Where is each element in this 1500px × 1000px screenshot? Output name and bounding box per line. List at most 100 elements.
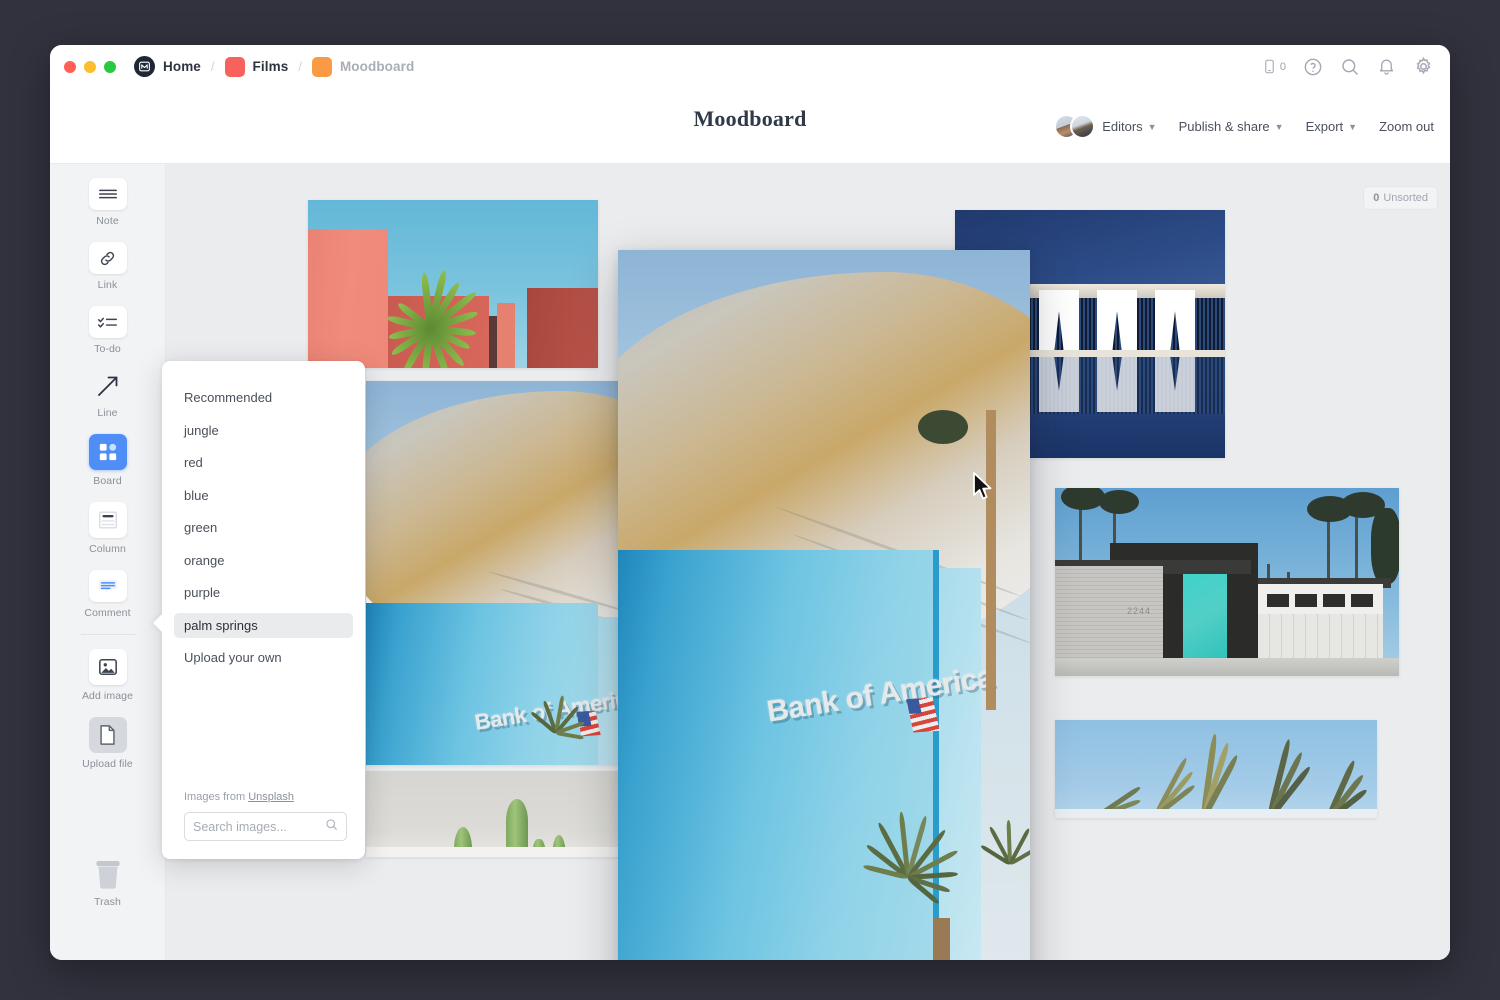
breadcrumb-separator-2: / bbox=[298, 59, 302, 74]
panel-item-orange[interactable]: orange bbox=[174, 548, 353, 573]
panel-item-purple[interactable]: purple bbox=[174, 580, 353, 605]
tool-label-link: Link bbox=[97, 279, 118, 291]
wall-gap bbox=[489, 316, 497, 368]
wall-left bbox=[308, 229, 388, 368]
publish-share-button[interactable]: Publish & share ▼ bbox=[1179, 119, 1284, 134]
breadcrumb-item-home[interactable]: Home bbox=[134, 56, 201, 77]
zoom-out-button[interactable]: Zoom out bbox=[1379, 119, 1434, 134]
arrow-line-icon bbox=[89, 370, 127, 402]
panel-item-green[interactable]: green bbox=[174, 515, 353, 540]
search-images-field[interactable] bbox=[184, 812, 347, 841]
orange-swatch-icon bbox=[311, 56, 332, 77]
mouse-cursor bbox=[972, 472, 994, 507]
breadcrumb: Home / Films / Moodboard bbox=[134, 56, 414, 77]
zoom-out-label: Zoom out bbox=[1379, 118, 1434, 134]
close-window-button[interactable] bbox=[64, 60, 76, 73]
blue-wall bbox=[366, 603, 598, 765]
column-icon bbox=[88, 502, 127, 538]
panel-item-label: orange bbox=[184, 552, 225, 568]
breadcrumb-item-films[interactable]: Films bbox=[224, 56, 289, 77]
panel-item-upload-your-own[interactable]: Upload your own bbox=[174, 645, 353, 670]
chevron-down-icon: ▼ bbox=[1348, 122, 1358, 132]
search-images-input[interactable] bbox=[193, 819, 323, 834]
tool-todo[interactable]: To-do bbox=[50, 306, 165, 355]
add-image-icon bbox=[88, 649, 127, 685]
panel-footer: Images from Unsplash bbox=[184, 791, 347, 841]
maximize-window-button[interactable] bbox=[104, 60, 116, 73]
unsplash-link[interactable]: Unsplash bbox=[248, 791, 294, 803]
search-icon[interactable] bbox=[1340, 57, 1360, 77]
add-image-panel[interactable]: Recommended jungle red blue green orange… bbox=[153, 361, 365, 859]
trash-bin-icon bbox=[89, 857, 127, 891]
unsorted-count: 0 bbox=[1373, 192, 1380, 204]
panel-item-label: Upload your own bbox=[184, 650, 282, 665]
tool-add-image[interactable]: Add image bbox=[50, 649, 165, 702]
panel-item-palm-springs[interactable]: palm springs bbox=[174, 612, 353, 638]
house-number: 2244 bbox=[1127, 606, 1152, 616]
window-traffic-lights[interactable] bbox=[64, 60, 116, 73]
help-icon[interactable] bbox=[1303, 57, 1323, 77]
tool-rail-top: Note Link To-do Line Board Column Commen… bbox=[50, 178, 165, 785]
breadcrumb-label-films: Films bbox=[252, 59, 289, 74]
palm-trunk bbox=[986, 410, 996, 710]
clerestory-window bbox=[1295, 594, 1317, 607]
panel-item-label: purple bbox=[184, 585, 221, 600]
app-window: Home / Films / Moodboard 0 Moodboard Edi… bbox=[50, 45, 1450, 960]
tool-label-trash: Trash bbox=[94, 896, 121, 908]
minimize-window-button[interactable] bbox=[84, 60, 96, 73]
palm-crown bbox=[1099, 490, 1139, 514]
tool-column[interactable]: Column bbox=[50, 502, 165, 555]
tool-note[interactable]: Note bbox=[50, 178, 165, 227]
editors-button[interactable]: Editors ▼ bbox=[1054, 113, 1157, 139]
tool-label-upload-file: Upload file bbox=[82, 758, 133, 770]
tool-board[interactable]: Board bbox=[50, 434, 165, 487]
palm-fronds-image[interactable] bbox=[1055, 720, 1377, 818]
tool-trash[interactable]: Trash bbox=[50, 857, 165, 908]
breadcrumb-separator-1: / bbox=[210, 59, 215, 74]
unsorted-label: Unsorted bbox=[1383, 192, 1428, 204]
bank-of-america-image-dragged[interactable]: Bank of America bbox=[618, 250, 1030, 960]
entry-canopy bbox=[1110, 543, 1258, 561]
panel-item-recommended[interactable]: Recommended bbox=[174, 385, 353, 410]
milanote-logo-icon bbox=[134, 56, 155, 77]
panel-item-label: blue bbox=[184, 487, 209, 503]
header-bar: Moodboard Editors ▼ Publish & share ▼ Ex… bbox=[50, 88, 1450, 164]
tool-label-board: Board bbox=[93, 475, 122, 487]
header-actions: Editors ▼ Publish & share ▼ Export ▼ Zoo… bbox=[1054, 88, 1434, 164]
tool-label-comment: Comment bbox=[84, 607, 131, 619]
yucca-trunk bbox=[934, 918, 950, 960]
panel-item-label: palm springs bbox=[184, 617, 258, 633]
palm-crown bbox=[1371, 508, 1399, 584]
panel-item-label: green bbox=[184, 520, 218, 535]
notifications-bell-icon[interactable] bbox=[1377, 57, 1396, 76]
tool-comment[interactable]: Comment bbox=[50, 570, 165, 619]
image-category-list: Recommended jungle red blue green orange… bbox=[174, 385, 353, 678]
driveway bbox=[1055, 658, 1399, 676]
titlebar: Home / Films / Moodboard 0 bbox=[50, 45, 1450, 88]
coral-buildings-image[interactable] bbox=[308, 200, 598, 368]
tool-label-add-image: Add image bbox=[81, 690, 134, 702]
panel-item-blue[interactable]: blue bbox=[174, 483, 353, 508]
image-base-strip bbox=[1055, 809, 1377, 818]
tool-upload-file[interactable]: Upload file bbox=[50, 717, 165, 770]
export-button[interactable]: Export ▼ bbox=[1306, 119, 1358, 134]
breadcrumb-item-moodboard[interactable]: Moodboard bbox=[311, 56, 414, 77]
tool-label-note: Note bbox=[96, 215, 119, 227]
settings-gear-icon[interactable] bbox=[1413, 56, 1434, 77]
publish-share-label: Publish & share bbox=[1178, 118, 1270, 134]
tool-label-column: Column bbox=[89, 543, 126, 555]
clerestory-window bbox=[1351, 594, 1373, 607]
comment-bubble-icon bbox=[88, 570, 127, 602]
midcentury-house-image[interactable]: 2244 bbox=[1055, 488, 1399, 676]
tool-line[interactable]: Line bbox=[50, 370, 165, 419]
tool-label-line: Line bbox=[97, 407, 118, 419]
panel-item-red[interactable]: red bbox=[174, 450, 353, 475]
panel-item-jungle[interactable]: jungle bbox=[174, 418, 353, 443]
mobile-device-count: 0 bbox=[1279, 60, 1286, 73]
mobile-icon[interactable]: 0 bbox=[1262, 57, 1286, 76]
turquoise-door bbox=[1183, 574, 1227, 668]
unsorted-badge[interactable]: 0 Unsorted bbox=[1363, 186, 1438, 210]
titlebar-icon-cluster: 0 bbox=[1262, 45, 1434, 88]
right-wing-tile bbox=[1258, 614, 1383, 662]
tool-link[interactable]: Link bbox=[50, 242, 165, 291]
